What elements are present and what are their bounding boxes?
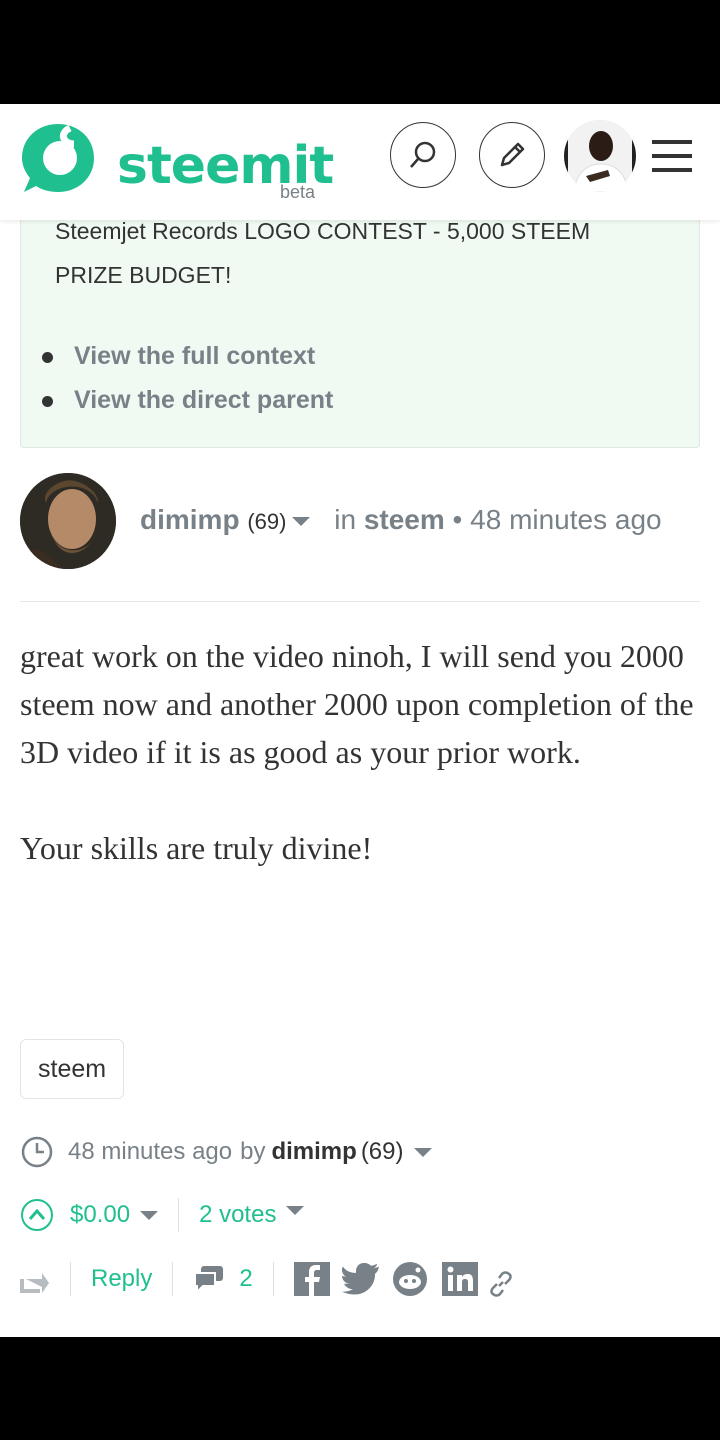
page: steemit beta Steemjet Records LOGO CONTE…: [0, 104, 720, 1337]
footer-reputation: (69): [360, 1138, 404, 1165]
comment-author-line: dimimp (69) in steem • 48 minutes ago: [140, 500, 662, 542]
search-icon: [410, 141, 436, 168]
bottom-system-bar: [0, 1337, 720, 1440]
linkedin-icon[interactable]: [441, 1262, 478, 1296]
logo-beta-badge: beta: [280, 182, 316, 202]
payout-value[interactable]: $0.00: [70, 1201, 130, 1229]
context-links: View the full context View the direct pa…: [34, 334, 333, 422]
separator: [272, 1262, 274, 1296]
comment-count[interactable]: 2: [239, 1265, 252, 1293]
search-button[interactable]: [390, 122, 456, 188]
reply-link[interactable]: Reply: [91, 1265, 152, 1293]
footer-author-chevron-icon[interactable]: [413, 1147, 432, 1157]
user-avatar-image: [564, 120, 636, 192]
comments-icon[interactable]: [193, 1264, 225, 1294]
view-full-context-link[interactable]: View the full context: [34, 334, 333, 378]
twitter-icon[interactable]: [341, 1263, 380, 1295]
comment-paragraph: great work on the video ninoh, I will se…: [20, 638, 694, 770]
separator: [178, 1198, 180, 1232]
author-name[interactable]: dimimp: [140, 504, 240, 535]
comment-time[interactable]: 48 minutes ago: [470, 504, 661, 535]
submit-post-button[interactable]: [479, 122, 545, 188]
clock-icon: [21, 1136, 53, 1168]
facebook-icon[interactable]: [293, 1262, 330, 1296]
footer-author[interactable]: dimimp: [271, 1138, 356, 1166]
votes-count[interactable]: 2 votes: [199, 1201, 276, 1229]
bullet-separator: •: [452, 504, 463, 535]
upvote-icon[interactable]: [20, 1198, 54, 1232]
vote-row: $0.00 2 votes: [20, 1195, 305, 1235]
tag-steem[interactable]: steem: [20, 1039, 125, 1099]
in-label: in: [334, 504, 357, 535]
separator: [172, 1262, 174, 1296]
separator: [70, 1262, 71, 1296]
by-label: by: [240, 1138, 266, 1165]
top-navbar: steemit beta: [0, 104, 720, 220]
header-divider: [20, 601, 700, 602]
action-row: Reply 2: [20, 1258, 514, 1300]
post-meta-row: 48 minutes ago by dimimp (69): [20, 1134, 432, 1170]
steemit-logo[interactable]: steemit beta: [20, 120, 340, 210]
resteem-icon[interactable]: [20, 1269, 50, 1295]
user-avatar[interactable]: [564, 120, 636, 192]
link-icon[interactable]: [488, 1271, 514, 1297]
payout-chevron-icon[interactable]: [140, 1210, 159, 1220]
author-avatar-image: [20, 473, 116, 569]
author-avatar[interactable]: [20, 473, 116, 569]
pencil-icon: [500, 142, 525, 167]
author-reputation: (69): [247, 509, 287, 534]
reddit-icon[interactable]: [392, 1262, 428, 1296]
author-dropdown-chevron-icon[interactable]: [292, 517, 311, 527]
hamburger-menu-icon[interactable]: [652, 140, 692, 172]
steemit-logo-icon: [22, 124, 94, 192]
status-bar: [0, 0, 720, 104]
footer-time[interactable]: 48 minutes ago: [68, 1138, 232, 1166]
category-link[interactable]: steem: [364, 504, 445, 535]
votes-chevron-icon[interactable]: [286, 1205, 305, 1215]
comment-paragraph: Your skills are truly divine!: [20, 830, 373, 866]
view-direct-parent-link[interactable]: View the direct parent: [34, 378, 333, 422]
parent-post-title[interactable]: Steemjet Records LOGO CONTEST - 5,000 ST…: [55, 209, 655, 297]
comment-body: great work on the video ninoh, I will se…: [20, 632, 710, 920]
